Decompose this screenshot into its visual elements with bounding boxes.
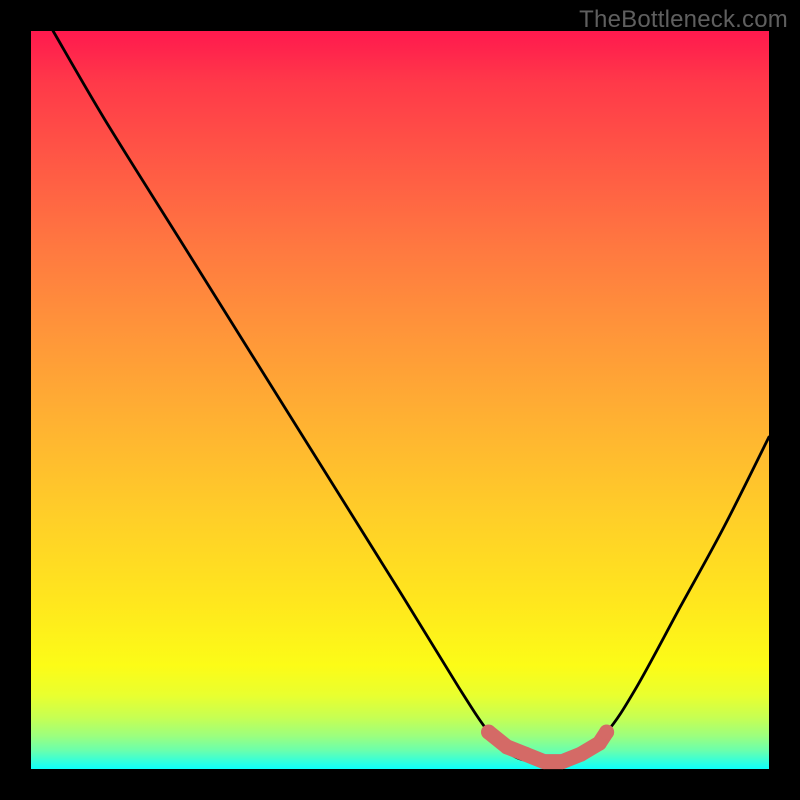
valley-marker-dots [481, 725, 614, 770]
valley-dot [500, 739, 515, 754]
valley-dot [481, 725, 496, 740]
plot-area [31, 31, 769, 769]
bottleneck-curve-line [53, 31, 769, 763]
valley-dot [518, 747, 533, 762]
valley-dot [573, 747, 588, 762]
valley-dot [555, 754, 570, 769]
chart-frame: TheBottleneck.com [0, 0, 800, 800]
curve-svg [31, 31, 769, 769]
valley-dot [599, 725, 614, 740]
valley-dot [536, 754, 551, 769]
watermark-text: TheBottleneck.com [579, 6, 788, 34]
